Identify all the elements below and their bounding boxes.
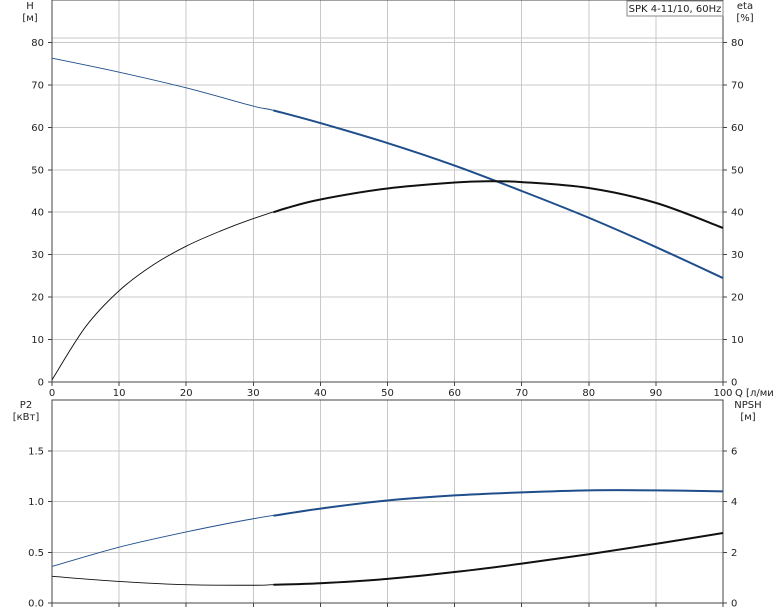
y-tick-label-left: 40 (31, 208, 44, 219)
x-tick-label: 90 (650, 388, 663, 399)
x-tick-label: 30 (247, 388, 260, 399)
y-tick-label-right: 4 (731, 497, 737, 508)
y-tick-label-left: 60 (31, 123, 44, 134)
y-tick-label-right: 6 (731, 446, 737, 457)
y-tick-label-left: 20 (31, 293, 44, 304)
y-tick-label-right: 0 (731, 599, 737, 610)
y-axis-label-left: [кВт] (13, 412, 40, 423)
y-tick-label-left: 0.0 (28, 599, 44, 610)
y-axis-label-right: NPSH (734, 400, 761, 411)
y-tick-label-right: 60 (731, 123, 744, 134)
y-tick-label-left: 50 (31, 165, 44, 176)
x-tick-label: 10 (113, 388, 126, 399)
x-tick-label: 0 (49, 388, 55, 399)
y-tick-label-left: 1.5 (28, 446, 44, 457)
x-tick-label: 80 (582, 388, 595, 399)
y-tick-label-right: 40 (731, 208, 744, 219)
x-tick-label: 40 (314, 388, 327, 399)
x-axis-label: Q [л/мин] (735, 388, 774, 399)
y-tick-label-right: 50 (731, 165, 744, 176)
y-tick-label-left: 70 (31, 80, 44, 91)
x-tick-label: 60 (448, 388, 461, 399)
y-axis-label-right: eta (737, 1, 753, 12)
x-tick-label: 70 (515, 388, 528, 399)
x-tick-label: 100 (713, 388, 732, 399)
y-axis-label-left: [м] (22, 13, 37, 24)
y-tick-label-left: 30 (31, 250, 44, 261)
y-axis-label-right: [м] (740, 412, 755, 423)
chart-title: SPK 4-11/10, 60Hz (629, 4, 722, 15)
chart-canvas: 01020304050607080010203040506070800 10 20 3… (13, 0, 774, 610)
y-tick-label-right: 70 (731, 80, 744, 91)
y-tick-label-right: 20 (731, 293, 744, 304)
y-axis-label-left: P2 (20, 400, 32, 411)
y-axis-label-right: [%] (736, 13, 753, 24)
y-tick-label-right: 2 (731, 548, 737, 559)
y-tick-label-left: 0 (38, 378, 44, 389)
y-axis-label-left: H (26, 1, 34, 12)
y-tick-label-left: 1.0 (28, 497, 44, 508)
x-tick-label: 20 (180, 388, 193, 399)
y-tick-label-left: 0.5 (28, 548, 44, 559)
y-tick-label-right: 10 (731, 335, 744, 346)
y-tick-label-right: 0 (731, 378, 737, 389)
y-tick-label-left: 80 (31, 38, 44, 49)
x-tick-label: 50 (381, 388, 394, 399)
head-efficiency-panel: 0 10 20 30 40 50 60 70 80 0 10 20 30 40 50 60 70 80 0 10 20 3… (22, 0, 774, 399)
pump-performance-chart: 0 10 20 30 40 50 60 70 80 0 10 20 30 40 50 60 70 80 0 10 20 3… (0, 0, 774, 611)
y-tick-label-right: 80 (731, 38, 744, 49)
y-tick-label-left: 10 (31, 335, 44, 346)
y-tick-label-right: 30 (731, 250, 744, 261)
power-npsh-panel: 0.0 0.5 1.0 1.5 0 2 4 6 P2[кВт] NPSH[м] (13, 399, 762, 610)
